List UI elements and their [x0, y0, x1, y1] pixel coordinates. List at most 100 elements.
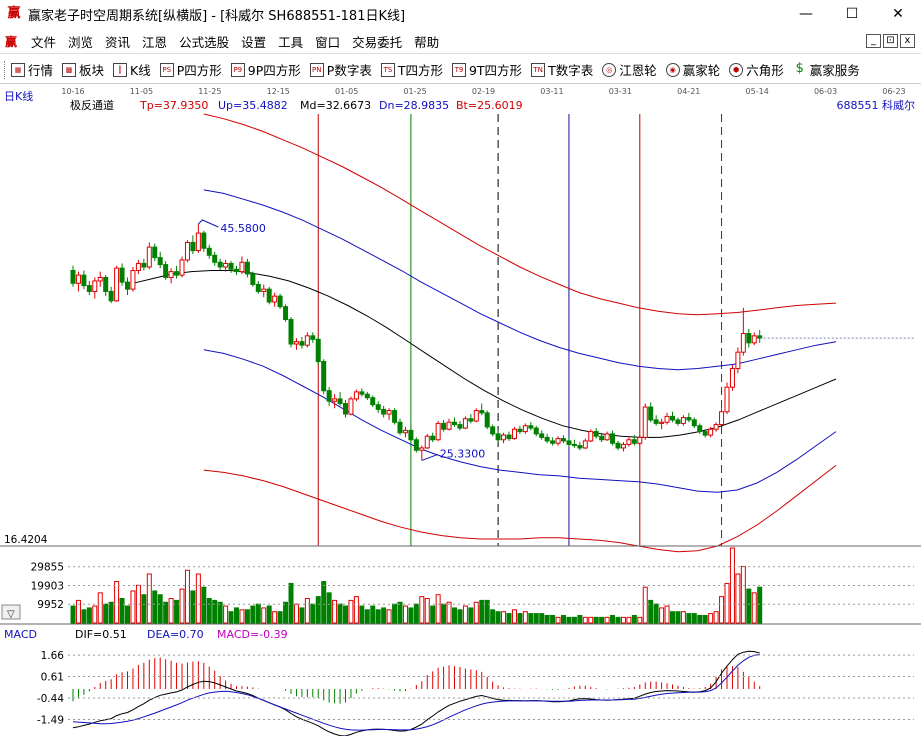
- volume-bar: [468, 607, 474, 624]
- date-tick-label: 03-11: [540, 87, 563, 96]
- candle-body: [163, 264, 169, 278]
- candle-body: [315, 338, 321, 363]
- maximize-button[interactable]: ☐: [829, 0, 875, 28]
- menu-tools[interactable]: 工具: [272, 32, 309, 51]
- candle-body: [402, 429, 408, 434]
- volume-bar: [550, 614, 556, 624]
- candle-body: [135, 262, 141, 271]
- toolbar-sectors-button[interactable]: ▩ 板块: [62, 60, 104, 79]
- menu-formula[interactable]: 公式选股: [173, 32, 235, 51]
- toolbar-t-square-button[interactable]: TS T四方形: [380, 60, 443, 79]
- toolbar-winner-wheel-button[interactable]: ◉ 赢家轮: [665, 60, 720, 79]
- menu-browse[interactable]: 浏览: [62, 32, 99, 51]
- mdi-minimize-button[interactable]: _: [866, 34, 881, 48]
- volume-bar: [757, 586, 763, 624]
- volume-bar: [539, 613, 545, 624]
- volume-bar: [168, 598, 174, 624]
- candle-body: [544, 436, 550, 442]
- candle-body: [740, 333, 746, 353]
- volume-bar: [386, 609, 392, 624]
- volume-bar: [81, 609, 87, 624]
- toolbar-t-table-button[interactable]: TN T数字表: [531, 60, 593, 79]
- menu-settings[interactable]: 设置: [235, 32, 272, 51]
- volume-bar: [642, 586, 648, 624]
- volume-bar: [130, 590, 136, 624]
- volume-bar: [599, 616, 605, 624]
- hexagon-icon: ⬢: [729, 62, 744, 77]
- toolbar-kline-button[interactable]: ┃ K线: [113, 60, 151, 79]
- macd-value-label: MACD=-0.39: [217, 628, 288, 641]
- volume-bar: [119, 598, 125, 624]
- volume-tick-label: 19903: [31, 580, 64, 592]
- candle-body: [615, 442, 621, 449]
- macd-tick-label: 1.66: [41, 650, 65, 662]
- candle-body: [250, 273, 256, 285]
- toolbar-quotes-button[interactable]: ▦ 行情: [11, 60, 53, 79]
- indicator-name: 极反通道: [70, 98, 114, 112]
- volume-bar: [697, 614, 703, 624]
- candle-body: [97, 276, 103, 282]
- chart-area[interactable]: 日K线 极反通道 Tp=37.9350 Up=35.4882 Md=32.667…: [0, 86, 921, 737]
- volume-bar: [446, 601, 452, 624]
- menu-file[interactable]: 文件: [25, 32, 62, 51]
- toolbar-label: 9P四方形: [247, 63, 301, 78]
- candle-body: [332, 398, 338, 402]
- toolbar-p-square-button[interactable]: PS P四方形: [159, 60, 222, 79]
- menu-gann[interactable]: 江恩: [136, 32, 173, 51]
- menu-window[interactable]: 窗口: [309, 32, 346, 51]
- toolbar-gann-wheel-button[interactable]: ◎ 江恩轮: [602, 60, 657, 79]
- kline-chart[interactable]: 日K线 极反通道 Tp=37.9350 Up=35.4882 Md=32.667…: [0, 86, 921, 737]
- indicator-bt: Bt=25.6019: [456, 99, 523, 112]
- toolbar-hexagon-button[interactable]: ⬢ 六角形: [729, 60, 784, 79]
- candle-body: [261, 288, 267, 292]
- candle-body: [70, 269, 76, 284]
- toolbar-9t-square-button[interactable]: T9 9T四方形: [451, 60, 523, 79]
- date-tick-label: 05-14: [746, 87, 769, 96]
- toolbar-service-button[interactable]: $ 赢家服务: [793, 60, 860, 79]
- candle-body: [125, 281, 130, 290]
- candle-body: [255, 283, 261, 292]
- candle-body: [566, 440, 572, 445]
- candle-body: [528, 425, 534, 429]
- candle-body: [610, 433, 616, 444]
- candle-body: [588, 431, 594, 442]
- menu-trade[interactable]: 交易委托: [346, 32, 408, 51]
- volume-tick-label: 29855: [31, 562, 64, 574]
- candle-body: [293, 341, 299, 345]
- volume-bar: [566, 616, 572, 624]
- menu-news[interactable]: 资讯: [99, 32, 136, 51]
- volume-bar: [157, 594, 163, 624]
- volume-bar: [419, 596, 425, 624]
- candle-body: [419, 447, 425, 451]
- menu-help[interactable]: 帮助: [408, 32, 445, 51]
- mdi-close-button[interactable]: x: [900, 34, 915, 48]
- volume-bar: [555, 616, 561, 624]
- toolbar-9p-square-button[interactable]: P9 9P四方形: [230, 60, 301, 79]
- toolbar-p-table-button[interactable]: PN P数字表: [309, 60, 372, 79]
- candle-body: [713, 424, 719, 430]
- t9-icon: T9: [451, 62, 466, 77]
- volume-bar: [408, 607, 414, 624]
- volume-bar: [179, 588, 185, 624]
- mdi-restore-button[interactable]: ⊡: [883, 34, 898, 48]
- candle-body: [375, 404, 381, 410]
- volume-bar: [353, 596, 359, 624]
- minimize-button[interactable]: —: [783, 0, 829, 28]
- candle-body: [92, 280, 98, 292]
- volume-bar: [680, 611, 686, 624]
- date-tick-label: 11-05: [130, 87, 153, 96]
- volume-bar: [424, 598, 430, 624]
- candle-body: [266, 288, 272, 303]
- candle-body: [539, 433, 545, 438]
- volume-bar: [517, 613, 523, 624]
- blocks-icon: ▩: [62, 62, 77, 77]
- close-button[interactable]: ✕: [875, 0, 921, 28]
- candle-body: [413, 439, 419, 451]
- toolbar-label: 9T四方形: [468, 63, 523, 78]
- volume-bar: [561, 614, 566, 624]
- p9-icon: P9: [230, 62, 245, 77]
- volume-bar: [582, 616, 588, 624]
- candle-body: [304, 335, 310, 346]
- candle-body: [190, 241, 196, 252]
- candle-body: [430, 435, 436, 441]
